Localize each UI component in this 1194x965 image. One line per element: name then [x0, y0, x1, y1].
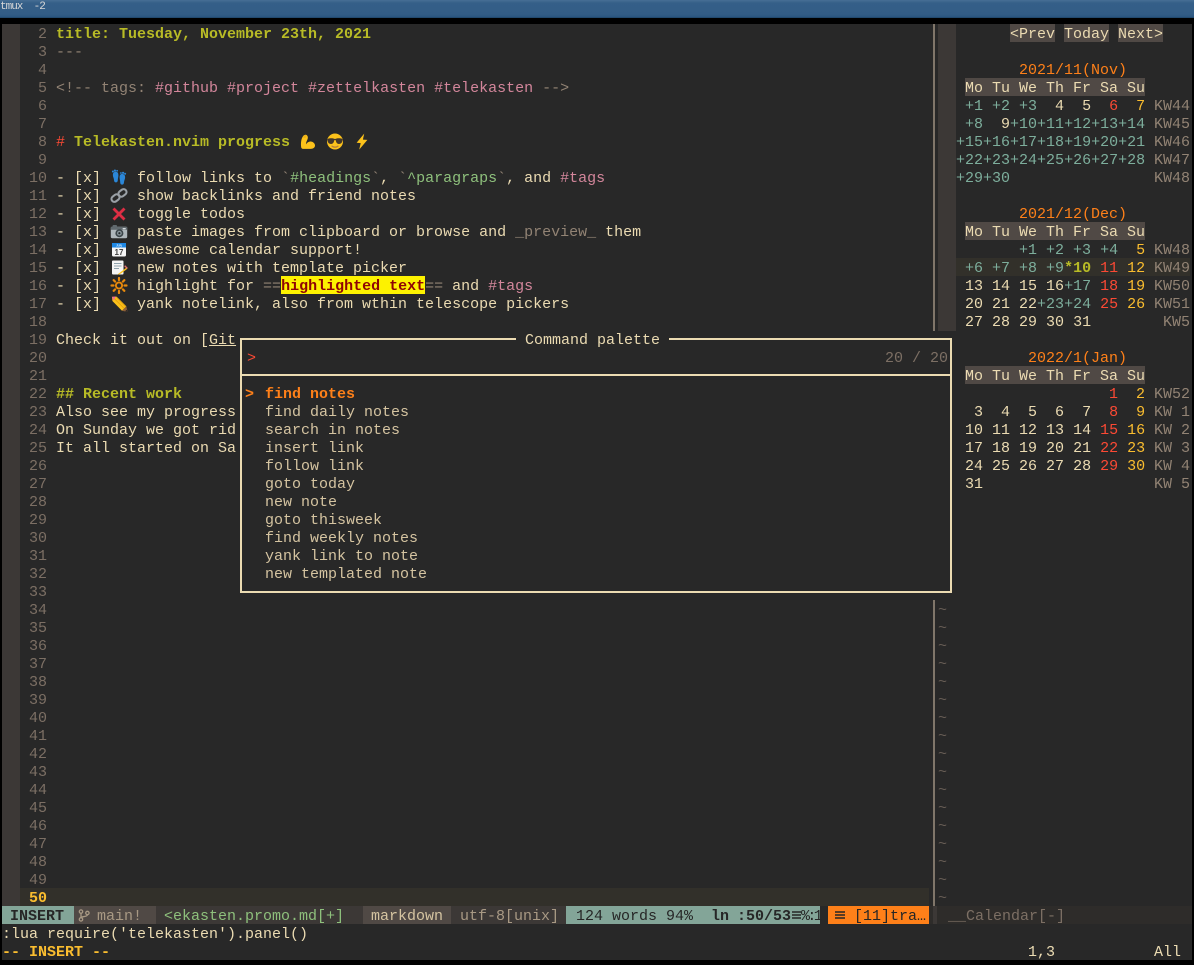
svg-text:17: 17 — [115, 248, 124, 257]
